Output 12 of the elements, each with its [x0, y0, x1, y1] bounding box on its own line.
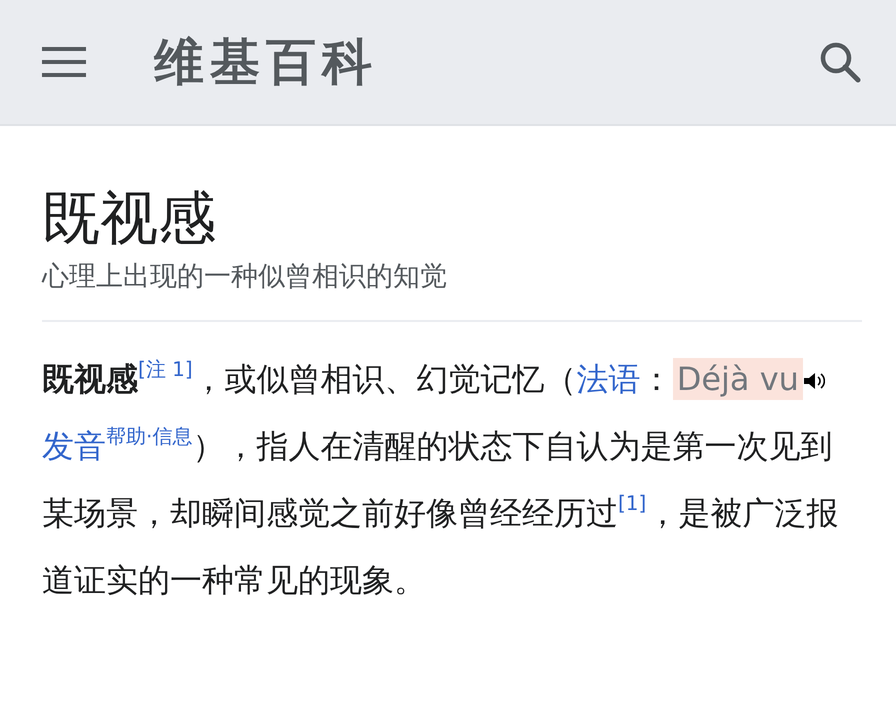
- text-link[interactable]: 帮助: [106, 424, 146, 448]
- footnote-link[interactable]: [注 1]: [138, 356, 193, 381]
- pronunciation-text: Déjà vu: [672, 358, 803, 400]
- text-link[interactable]: 发音: [42, 426, 106, 465]
- menu-icon[interactable]: [42, 47, 86, 77]
- article-subtitle: 心理上出现的一种似曾相识的知觉: [42, 258, 862, 322]
- footnote-link[interactable]: [1]: [618, 490, 646, 515]
- separator-dot: ·: [146, 424, 152, 448]
- article-title: 既视感: [42, 184, 217, 254]
- search-icon[interactable]: [818, 40, 862, 84]
- text-link[interactable]: 信息: [152, 424, 192, 448]
- text-link[interactable]: 法语: [576, 360, 641, 398]
